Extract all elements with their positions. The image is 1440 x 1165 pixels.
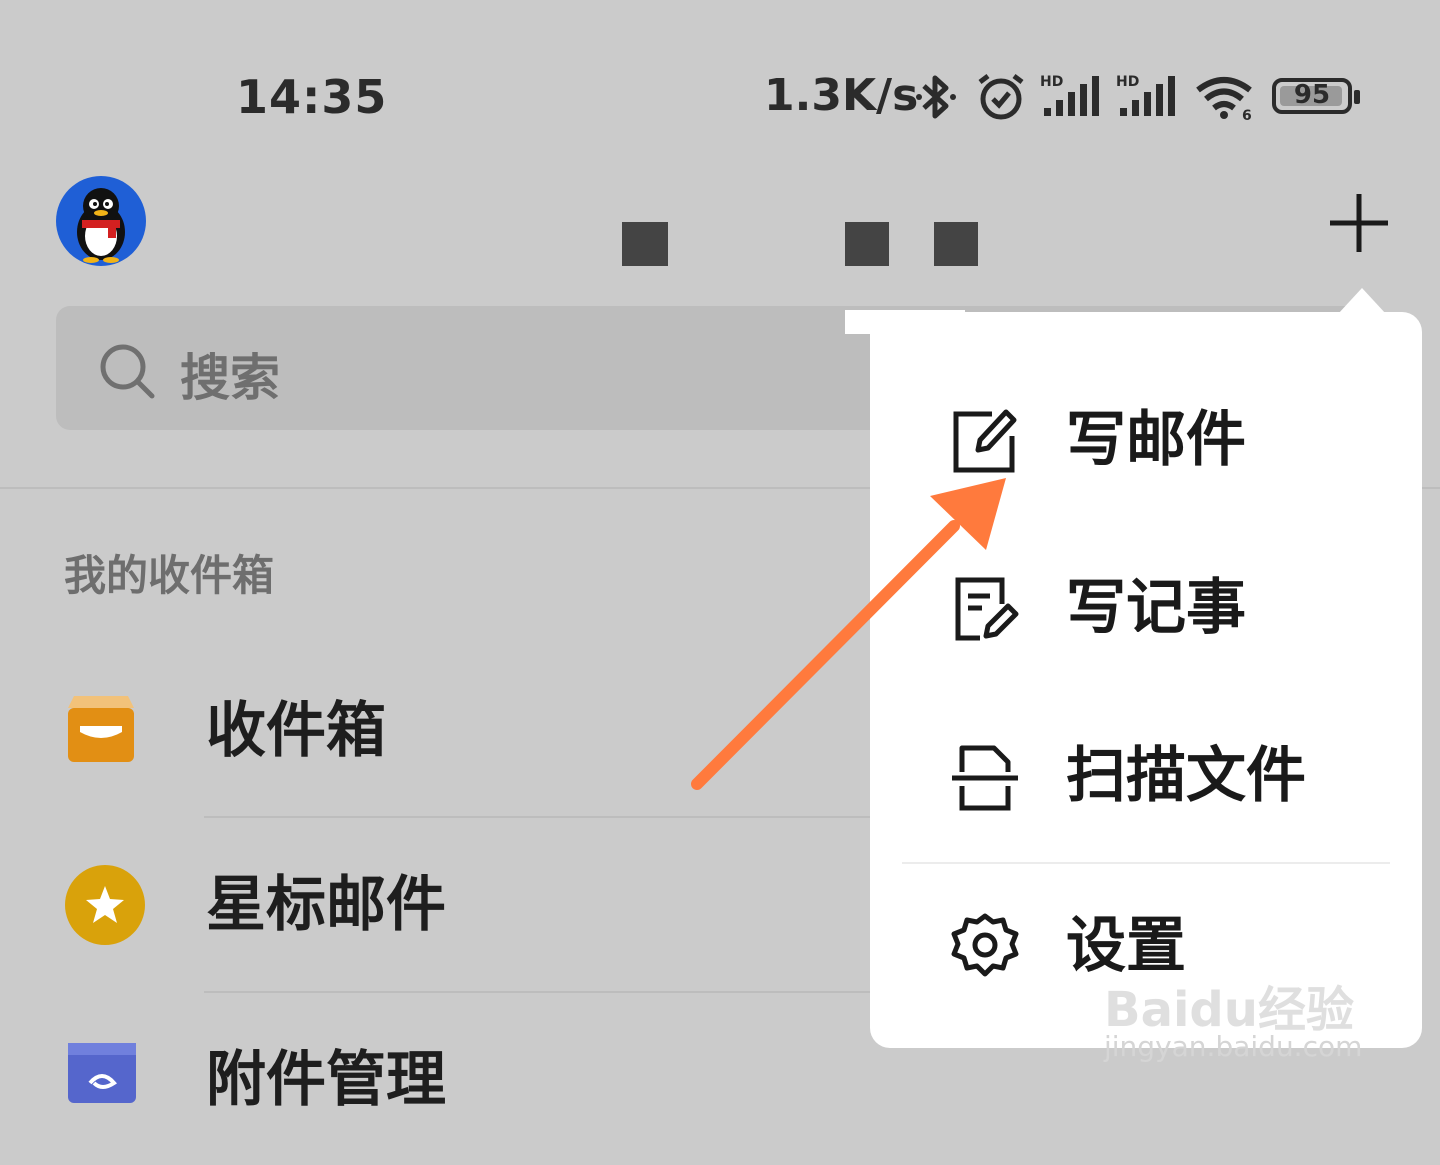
popup-menu: 写邮件 写记事 扫描文件 设置: [870, 312, 1422, 1048]
menu-item-label: 扫描文件: [1066, 741, 1306, 811]
list-item-inbox[interactable]: 收件箱: [0, 646, 880, 816]
list-item-label: 星标邮件: [206, 870, 446, 940]
note-icon: [955, 577, 1019, 641]
menu-item-note[interactable]: 写记事: [870, 524, 1422, 692]
menu-item-scan[interactable]: 扫描文件: [870, 692, 1422, 860]
redacted-block: [934, 222, 978, 266]
svg-text:HD: HD: [1116, 74, 1139, 90]
status-time: 14:35: [236, 70, 388, 124]
compose-icon: [953, 409, 1017, 473]
inbox-icon: [68, 696, 134, 762]
redacted-block: [845, 222, 889, 266]
qq-penguin-avatar: [77, 188, 125, 263]
svg-text:HD: HD: [1040, 74, 1063, 90]
divider: [204, 991, 904, 993]
section-title: 我的收件箱: [64, 551, 275, 600]
search-icon: [100, 344, 155, 399]
menu-item-label: 写邮件: [1066, 405, 1246, 475]
bluetooth-icon: [916, 75, 956, 119]
menu-item-label: 写记事: [1066, 573, 1246, 643]
gear-icon: [951, 913, 1019, 977]
alarm-icon: [978, 74, 1024, 120]
menu-divider: [902, 862, 1390, 864]
list-item-attachments[interactable]: 附件管理: [0, 995, 880, 1165]
menu-item-compose[interactable]: 写邮件: [870, 356, 1422, 524]
signal-hd-icon: HD: [1116, 74, 1175, 116]
list-item-starred[interactable]: 星标邮件: [0, 820, 880, 990]
search-placeholder: 搜索: [180, 349, 280, 407]
battery-icon: 95: [1272, 78, 1360, 114]
list-item-label: 附件管理: [206, 1045, 446, 1115]
menu-caret: [1338, 288, 1386, 314]
signal-hd-icon: HD: [1040, 74, 1099, 116]
divider: [204, 816, 904, 818]
attachment-icon: [68, 1043, 136, 1103]
network-speed: 1.3K/s: [764, 70, 919, 121]
redacted-block: [622, 222, 668, 266]
star-icon: [65, 865, 145, 945]
plus-icon[interactable]: [1326, 190, 1392, 256]
watermark-url: jingyan.baidu.com: [1104, 1030, 1363, 1063]
scan-icon: [952, 745, 1018, 811]
avatar[interactable]: [56, 176, 146, 266]
list-item-label: 收件箱: [206, 696, 386, 766]
wifi-icon: 6: [1196, 77, 1252, 122]
battery-level: 95: [1293, 80, 1331, 110]
svg-text:6: 6: [1242, 108, 1252, 122]
